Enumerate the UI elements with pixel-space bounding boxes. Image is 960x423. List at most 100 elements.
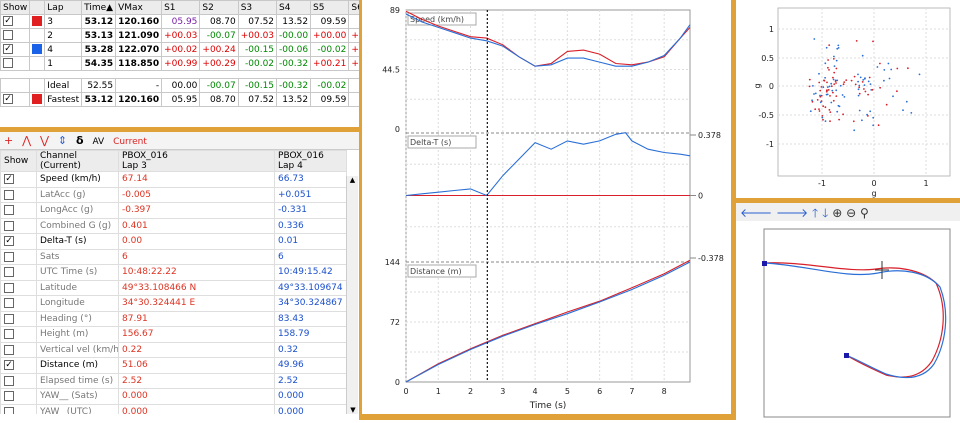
lap-show-checkbox[interactable]: ✓ — [3, 16, 13, 27]
fall-tool-icon[interactable]: ⋁ — [40, 134, 49, 147]
gg-point — [867, 93, 869, 96]
gg-point — [831, 89, 834, 92]
col-vmax[interactable]: VMax — [115, 0, 163, 15]
arrow-up-icon[interactable]: 🡑 — [812, 206, 818, 220]
channel-row[interactable]: UTC Time (s) 10:48:22.22 10:49:15.42 — [0, 264, 348, 281]
channel-show-checkbox[interactable] — [4, 329, 14, 339]
col-show[interactable]: Show — [0, 0, 31, 15]
channel-show-checkbox[interactable] — [4, 298, 14, 308]
channel-col-name[interactable]: Channel (Current) — [36, 150, 119, 172]
scroll-down-arrow-icon[interactable]: ▼ — [347, 406, 359, 414]
arrow-down-icon[interactable]: 🡓 — [822, 206, 828, 220]
lap-row[interactable]: ✓ 4 53.28 122.070 +00.02 +00.24 -00.15 -00.06 -0… — [0, 42, 359, 57]
col-s3[interactable]: S3 — [237, 0, 278, 15]
channel-show-checkbox[interactable] — [4, 282, 14, 293]
lap-row[interactable]: ✓353.12120.16005.9508.7007.5213.5209.590… — [0, 14, 359, 29]
channel-show-checkbox[interactable] — [4, 391, 14, 401]
lap-show-checkbox[interactable] — [3, 58, 13, 69]
gg-point — [820, 94, 823, 97]
gg-point — [842, 113, 844, 116]
gg-point — [869, 110, 872, 113]
sort-icon[interactable]: ⇕ — [58, 134, 67, 147]
delta-icon[interactable]: δ — [76, 134, 84, 147]
gg-point — [837, 104, 840, 107]
gg-point — [818, 72, 820, 75]
col-s6[interactable]: S6 — [348, 0, 359, 15]
lap-show-checkbox[interactable] — [3, 30, 13, 41]
lap-row[interactable]: 2 53.13 121.090 +00.03 -00.07 +00.03 -00.00 +00… — [0, 28, 359, 43]
col-s4[interactable]: S4 — [276, 0, 312, 15]
cursor-tool-icon[interactable]: + — [4, 134, 13, 147]
zoom-fit-icon[interactable]: ⚲ — [860, 206, 869, 220]
gg-point — [835, 67, 838, 70]
telemetry-chart[interactable]: Speed (km/h)8944.50Delta-T (s)0.3780-0.3… — [362, 0, 731, 414]
channel-show-checkbox[interactable] — [4, 220, 14, 231]
channel-show-checkbox[interactable] — [4, 205, 14, 215]
gg-point — [814, 108, 817, 111]
gg-point — [896, 67, 899, 70]
channel-col-lap-b[interactable]: PBOX_016 Lap 4 — [274, 150, 348, 172]
gg-point — [833, 83, 836, 85]
channel-show-checkbox[interactable] — [4, 313, 14, 324]
col-s5[interactable]: S5 — [310, 0, 350, 15]
channel-row[interactable]: LongAcc (g) -0.397 -0.331 — [0, 202, 348, 219]
lap-show-checkbox[interactable]: ✓ — [3, 44, 13, 55]
channel-col-show[interactable]: Show — [0, 150, 37, 172]
channel-row[interactable]: ✓ Delta-T (s) 0.00 0.01 — [0, 233, 348, 250]
channel-row[interactable]: ✓ Distance (m) 51.06 49.96 — [0, 357, 348, 374]
channel-row[interactable]: ✓ Speed (km/h) 67.14 66.73 — [0, 171, 348, 188]
channel-col-lap-a[interactable]: PBOX_016 Lap 3 — [117, 150, 276, 172]
channel-show-checkbox[interactable]: ✓ — [4, 174, 14, 184]
channel-show-checkbox[interactable] — [4, 375, 14, 386]
col-s2[interactable]: S2 — [199, 0, 239, 15]
arrow-left-icon[interactable]: 🡐 — [740, 206, 772, 220]
gg-scatter-chart[interactable]: -1 0 1 1 0.5 0 -0.5 -1 g g — [736, 0, 960, 198]
lap-row[interactable]: 1 54.35 118.850 +00.99 +00.29 -00.02 -00.32 +00… — [0, 56, 359, 71]
channel-row[interactable]: Longitude 34°30.324441 E 34°30.324867 E — [0, 295, 348, 312]
channel-row[interactable]: YAW_ (UTC) 0.000 0.000 — [0, 403, 348, 414]
scroll-up-arrow-icon[interactable]: ▲ — [347, 176, 358, 184]
channel-show-checkbox[interactable] — [4, 406, 14, 414]
channel-scrollbar[interactable]: ▲ ▼ — [346, 176, 358, 414]
channel-show-checkbox[interactable] — [4, 251, 14, 262]
col-color — [29, 0, 46, 15]
rise-tool-icon[interactable]: ⋀ — [22, 134, 31, 147]
col-time[interactable]: Time▲ — [81, 0, 117, 15]
gg-point — [863, 88, 865, 90]
gg-x-axis-label: g — [871, 189, 876, 198]
channel-row[interactable]: Height (m) 156.67 158.79 — [0, 326, 348, 343]
channel-row[interactable]: Vertical vel (km/h) 0.22 0.32 — [0, 341, 348, 358]
right-tick-label: 0.378 — [698, 131, 721, 140]
channel-show-checkbox[interactable]: ✓ — [4, 360, 14, 370]
gg-point — [835, 82, 837, 84]
zoom-out-icon[interactable]: ⊖ — [846, 206, 856, 220]
channel-row[interactable]: Sats 6 6 — [0, 248, 348, 265]
col-lap[interactable]: Lap — [44, 0, 83, 15]
channel-row[interactable]: Combined G (g) 0.401 0.336 — [0, 217, 348, 234]
x-tick-label: 4 — [533, 387, 538, 396]
fastest-show-checkbox[interactable]: ✓ — [3, 94, 13, 105]
channel-show-checkbox[interactable] — [4, 267, 14, 277]
gg-point — [839, 84, 842, 87]
arrow-right-icon[interactable]: 🡒 — [776, 206, 808, 220]
gg-plot-panel: -1 0 1 1 0.5 0 -0.5 -1 g g — [736, 0, 960, 198]
zoom-in-icon[interactable]: ⊕ — [832, 206, 842, 220]
channel-row[interactable]: Elapsed time (s) 2.52 2.52 — [0, 372, 348, 389]
start-marker — [762, 261, 767, 266]
gg-y-axis-label: g — [753, 83, 762, 88]
channel-show-checkbox[interactable] — [4, 344, 14, 355]
track-map[interactable] — [736, 221, 960, 420]
channel-row[interactable]: Latitude 49°33.108466 N 49°33.109674 N — [0, 279, 348, 296]
gg-point — [830, 82, 833, 85]
channel-row[interactable]: YAW__ (Sats) 0.000 0.000 — [0, 388, 348, 405]
channel-show-checkbox[interactable] — [4, 189, 14, 200]
current-label[interactable]: Current — [113, 137, 147, 147]
gg-point — [858, 92, 861, 95]
channel-row[interactable]: Heading (°) 87.91 83.43 — [0, 310, 348, 327]
average-icon[interactable]: AV — [92, 137, 104, 147]
end-marker — [844, 353, 849, 358]
gg-point — [850, 79, 853, 82]
col-s1[interactable]: S1 — [161, 0, 201, 15]
channel-show-checkbox[interactable]: ✓ — [4, 236, 14, 246]
channel-row[interactable]: LatAcc (g) -0.005 +0.051 — [0, 186, 348, 203]
